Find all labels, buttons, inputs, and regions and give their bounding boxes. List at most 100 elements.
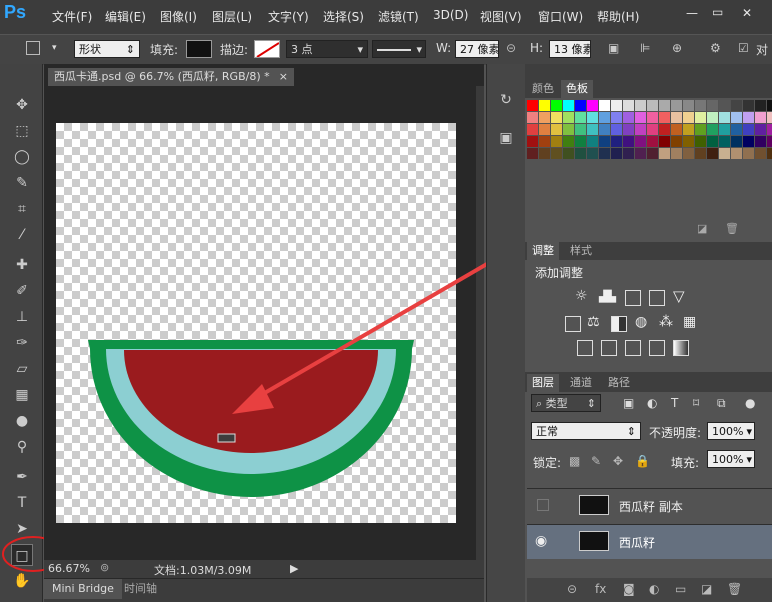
swatch[interactable] <box>755 112 766 123</box>
swatch[interactable] <box>695 112 706 123</box>
swatch[interactable] <box>683 100 694 111</box>
black-white-icon[interactable] <box>611 316 627 332</box>
layer-name[interactable]: 西瓜籽 副本 <box>619 498 683 515</box>
swatch[interactable] <box>611 124 622 135</box>
crop-tool-icon[interactable]: ⌗ <box>11 198 33 220</box>
width-input[interactable]: 27 像素 <box>455 40 499 58</box>
status-info-icon[interactable]: ⊚ <box>100 561 109 574</box>
swatch[interactable] <box>623 112 634 123</box>
swatch[interactable] <box>707 100 718 111</box>
swatch[interactable] <box>635 112 646 123</box>
layer-row-selected[interactable]: ◉ 西瓜籽 <box>527 524 772 559</box>
selective-color-icon[interactable] <box>649 340 665 356</box>
menu-layer[interactable]: 图层(L) <box>212 8 252 25</box>
fill-input[interactable]: 100% ▾ <box>707 450 755 468</box>
swatch[interactable] <box>719 136 730 147</box>
menu-edit[interactable]: 编辑(E) <box>105 8 146 25</box>
swatch[interactable] <box>611 148 622 159</box>
healing-brush-tool-icon[interactable]: ✚ <box>11 254 33 276</box>
swatch[interactable] <box>719 100 730 111</box>
gradient-map-icon[interactable] <box>673 340 689 356</box>
document-tab[interactable]: 西瓜卡通.psd @ 66.7% (西瓜籽, RGB/8) * × <box>48 68 294 86</box>
eraser-tool-icon[interactable]: ▱ <box>11 358 33 380</box>
swatch[interactable] <box>743 148 754 159</box>
lasso-tool-icon[interactable]: ◯ <box>11 146 33 168</box>
tab-mini-bridge[interactable]: Mini Bridge <box>44 579 122 599</box>
swatch[interactable] <box>623 148 634 159</box>
swatch[interactable] <box>563 100 574 111</box>
swatch[interactable] <box>719 148 730 159</box>
swatch[interactable] <box>563 136 574 147</box>
align-edges-checkbox[interactable]: ☑ <box>738 41 749 55</box>
blur-tool-icon[interactable]: ● <box>11 410 33 432</box>
swatch[interactable] <box>575 100 586 111</box>
watermelon-seed[interactable] <box>217 433 236 443</box>
hue-saturation-icon[interactable] <box>565 316 581 332</box>
swatch[interactable] <box>539 124 550 135</box>
swatch[interactable] <box>671 112 682 123</box>
swatch[interactable] <box>611 136 622 147</box>
swatch[interactable] <box>671 124 682 135</box>
color-balance-icon[interactable]: ⚖ <box>587 314 600 330</box>
swatch[interactable] <box>731 100 742 111</box>
swatch[interactable] <box>707 124 718 135</box>
threshold-icon[interactable] <box>625 340 641 356</box>
swatch[interactable] <box>635 100 646 111</box>
history-panel-icon[interactable]: ↻ <box>495 92 517 114</box>
new-layer-icon[interactable]: ◪ <box>701 582 712 596</box>
height-input[interactable]: 13 像素 <box>549 40 591 58</box>
swatch[interactable] <box>575 124 586 135</box>
tab-color[interactable]: 颜色 <box>527 80 559 98</box>
swatch[interactable] <box>635 124 646 135</box>
swatch[interactable] <box>575 136 586 147</box>
tab-timeline[interactable]: 时间轴 <box>124 579 157 599</box>
swatch[interactable] <box>767 100 772 111</box>
swatch[interactable] <box>683 124 694 135</box>
menu-image[interactable]: 图像(I) <box>160 8 197 25</box>
lock-all-icon[interactable]: 🔒 <box>635 454 650 468</box>
swatch[interactable] <box>623 124 634 135</box>
filter-adjustment-icon[interactable]: ◐ <box>647 396 657 410</box>
exposure-icon[interactable] <box>649 290 665 306</box>
menu-select[interactable]: 选择(S) <box>323 8 364 25</box>
swatch[interactable] <box>599 124 610 135</box>
lock-position-icon[interactable]: ✥ <box>613 454 623 468</box>
tab-layers[interactable]: 图层 <box>527 374 559 392</box>
menu-help[interactable]: 帮助(H) <box>597 8 639 25</box>
swatch[interactable] <box>527 148 538 159</box>
layer-filter-select[interactable]: ⌕ 类型 ⇕ <box>531 394 601 412</box>
invert-icon[interactable] <box>577 340 593 356</box>
swatch[interactable] <box>551 124 562 135</box>
swatch[interactable] <box>563 112 574 123</box>
tab-adjustments[interactable]: 调整 <box>527 242 559 260</box>
layer-row[interactable]: 西瓜籽 副本 <box>527 488 772 523</box>
fill-swatch[interactable] <box>186 40 212 58</box>
swatch[interactable] <box>599 136 610 147</box>
swatch[interactable] <box>707 136 718 147</box>
swatch[interactable] <box>683 148 694 159</box>
swatch[interactable] <box>719 124 730 135</box>
swatch[interactable] <box>767 124 772 135</box>
swatch[interactable] <box>587 136 598 147</box>
swatch[interactable] <box>659 148 670 159</box>
filter-toggle-icon[interactable]: ● <box>745 396 755 410</box>
path-operations-icon[interactable]: ▣ <box>608 41 619 55</box>
tab-paths[interactable]: 路径 <box>603 374 635 392</box>
filter-type-icon[interactable]: T <box>671 396 678 410</box>
tab-styles[interactable]: 样式 <box>565 242 597 260</box>
brightness-icon[interactable]: ☼ <box>575 288 588 304</box>
swatch[interactable] <box>539 136 550 147</box>
menu-filter[interactable]: 滤镜(T) <box>378 8 419 25</box>
preset-chevron-down-icon[interactable]: ▾ <box>52 43 57 53</box>
swatch[interactable] <box>527 112 538 123</box>
swatch[interactable] <box>695 124 706 135</box>
swatch[interactable] <box>551 148 562 159</box>
tab-swatches[interactable]: 色板 <box>561 80 593 98</box>
dodge-tool-icon[interactable]: ⚲ <box>11 436 33 458</box>
swatch-grid[interactable] <box>525 98 772 188</box>
swatch[interactable] <box>743 124 754 135</box>
swatch[interactable] <box>647 136 658 147</box>
swatch[interactable] <box>695 148 706 159</box>
swatch[interactable] <box>743 100 754 111</box>
close-button[interactable]: ✕ <box>742 6 752 20</box>
